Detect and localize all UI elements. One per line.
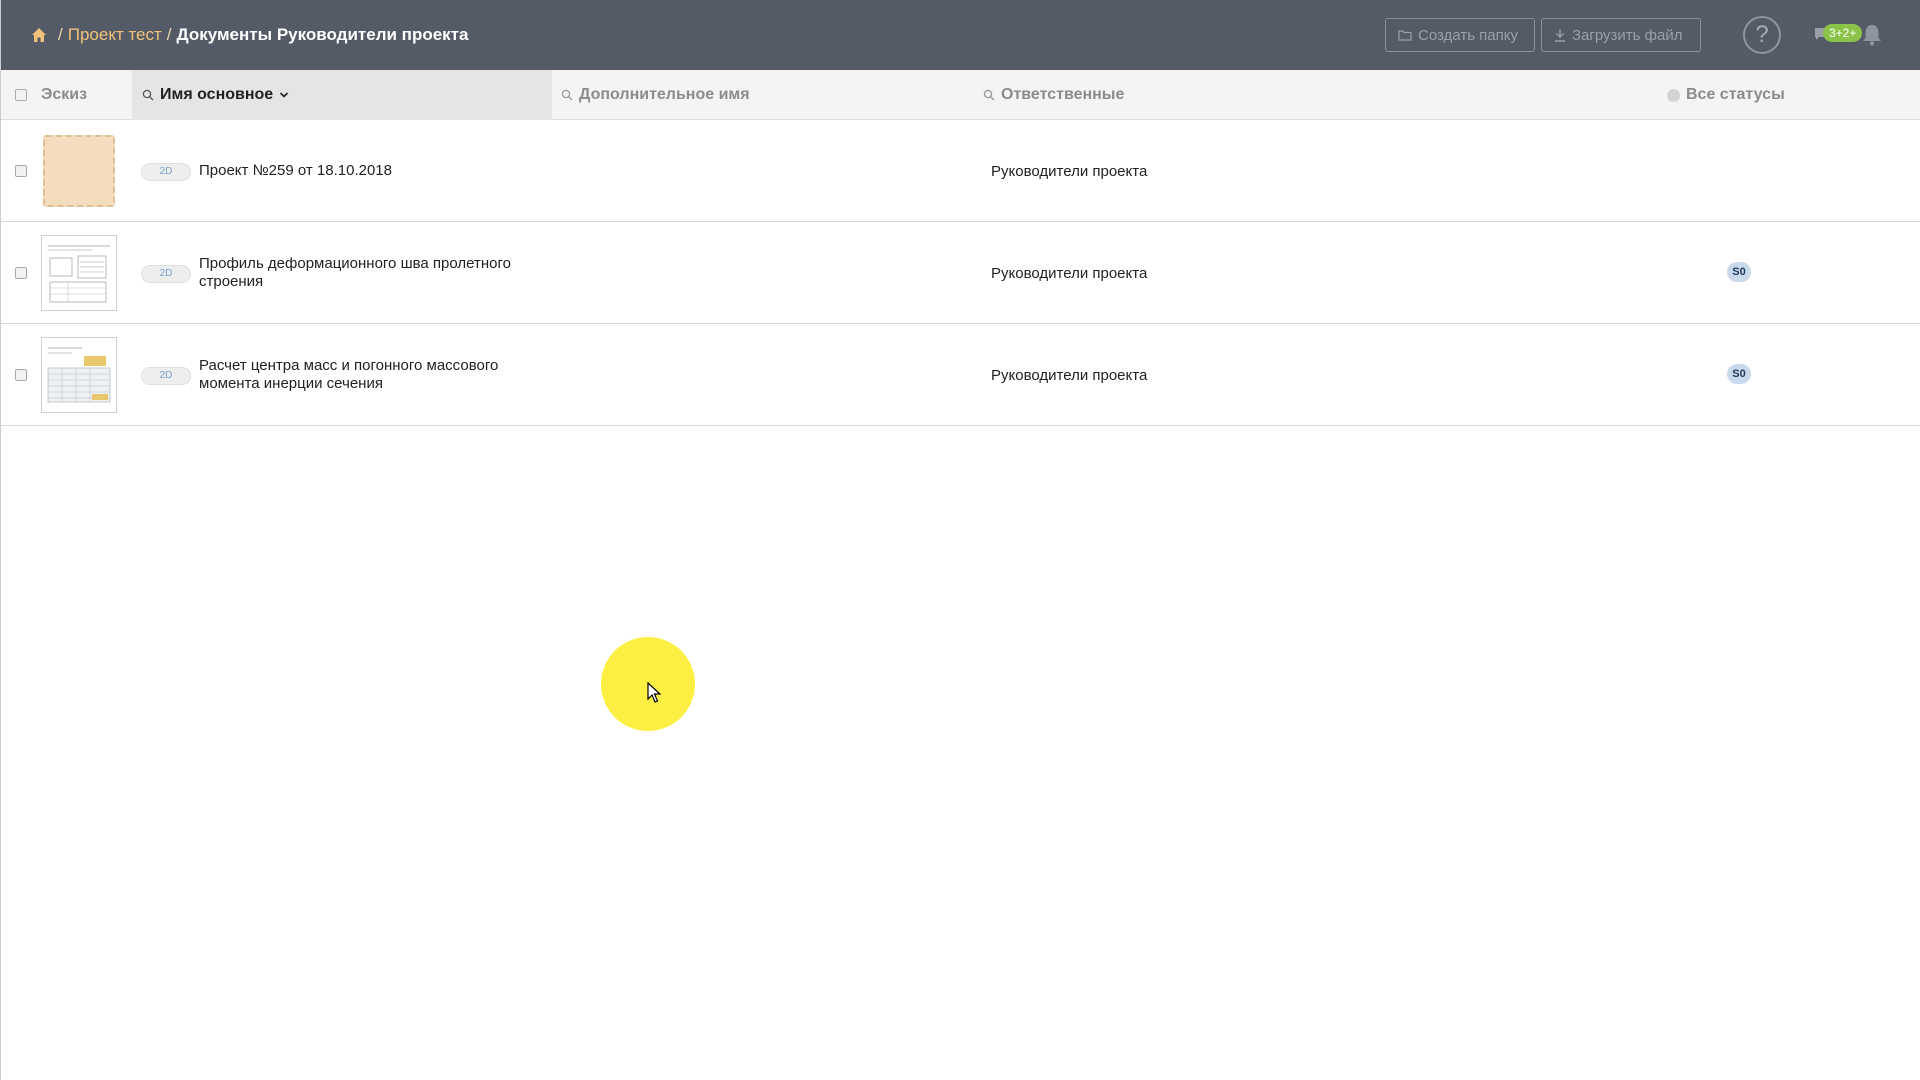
document-thumbnail[interactable]	[41, 337, 117, 413]
row-name[interactable]: Профиль деформационного шва пролетного с…	[199, 222, 529, 324]
status-badge[interactable]: S0	[1727, 364, 1751, 384]
row-name[interactable]: Расчет центра масс и погонного массового…	[199, 324, 529, 426]
download-icon	[1555, 29, 1565, 42]
column-header-status[interactable]: Все статусы	[1667, 70, 1785, 120]
row-name[interactable]: Проект №259 от 18.10.2018	[199, 120, 529, 222]
search-icon[interactable]	[983, 89, 995, 101]
folder-thumbnail[interactable]	[43, 135, 115, 207]
breadcrumb-project-link[interactable]: Проект тест	[68, 25, 162, 45]
upload-file-label: Загрузить файл	[1572, 26, 1683, 44]
notification-badge: 3+2+	[1823, 24, 1863, 42]
breadcrumb: / Проект тест / Документы Руководители п…	[31, 0, 468, 70]
column-header-name[interactable]: Имя основное	[132, 70, 552, 120]
column-header-responsible[interactable]: Ответственные	[983, 70, 1124, 120]
table-row[interactable]: 2D Профиль деформационного шва пролетног…	[1, 222, 1920, 324]
app-window: / Проект тест / Документы Руководители п…	[0, 0, 1920, 1080]
status-filter-icon[interactable]	[1667, 88, 1680, 102]
column-header-name-label[interactable]: Имя основное	[160, 86, 273, 104]
upload-file-button[interactable]: Загрузить файл	[1541, 18, 1701, 52]
breadcrumb-separator: /	[58, 25, 63, 44]
create-folder-label: Создать папку	[1418, 26, 1518, 44]
bell-icon[interactable]	[1861, 23, 1883, 47]
folder-icon	[1398, 30, 1412, 41]
row-responsible: Руководители проекта	[991, 366, 1148, 384]
type-tag: 2D	[141, 367, 191, 385]
column-header-extra-name[interactable]: Дополнительное имя	[561, 70, 750, 120]
top-bar: / Проект тест / Документы Руководители п…	[1, 0, 1920, 70]
help-icon: ?	[1755, 21, 1769, 48]
column-header-status-label[interactable]: Все статусы	[1686, 86, 1785, 104]
home-icon[interactable]	[31, 27, 47, 43]
column-header-sketch: Эскиз	[41, 70, 87, 120]
column-header-extra-name-label[interactable]: Дополнительное имя	[579, 86, 750, 104]
status-badge[interactable]: S0	[1727, 262, 1751, 282]
search-icon[interactable]	[561, 89, 573, 101]
document-thumbnail[interactable]	[41, 235, 117, 311]
mouse-cursor-icon	[647, 682, 661, 703]
page-title: Документы Руководители проекта	[176, 25, 469, 44]
row-checkbox[interactable]	[15, 267, 27, 279]
chevron-down-icon[interactable]	[279, 90, 289, 100]
row-responsible: Руководители проекта	[991, 264, 1148, 282]
spreadsheet-preview-icon	[47, 347, 111, 403]
column-header-responsible-label[interactable]: Ответственные	[1001, 86, 1124, 104]
breadcrumb-separator: /	[166, 25, 172, 44]
create-folder-button[interactable]: Создать папку	[1385, 18, 1535, 52]
search-icon[interactable]	[142, 89, 154, 101]
type-tag: 2D	[141, 265, 191, 283]
row-checkbox[interactable]	[15, 165, 27, 177]
drawing-preview-icon	[48, 245, 110, 303]
table-header: Эскиз Имя основное Дополнительное имя От…	[1, 70, 1920, 120]
select-all-checkbox-cell[interactable]	[15, 70, 27, 120]
row-responsible: Руководители проекта	[991, 162, 1148, 180]
row-checkbox[interactable]	[15, 369, 27, 381]
type-tag: 2D	[141, 163, 191, 181]
table-row[interactable]: 2D Проект №259 от 18.10.2018 Руководител…	[1, 120, 1920, 222]
select-all-checkbox[interactable]	[15, 89, 27, 101]
notifications-area[interactable]: 3+2+	[1813, 18, 1893, 52]
help-button[interactable]: ?	[1743, 16, 1781, 54]
table-row[interactable]: 2D Расчет центра масс и погонного массов…	[1, 324, 1920, 426]
column-header-sketch-label: Эскиз	[41, 86, 88, 103]
